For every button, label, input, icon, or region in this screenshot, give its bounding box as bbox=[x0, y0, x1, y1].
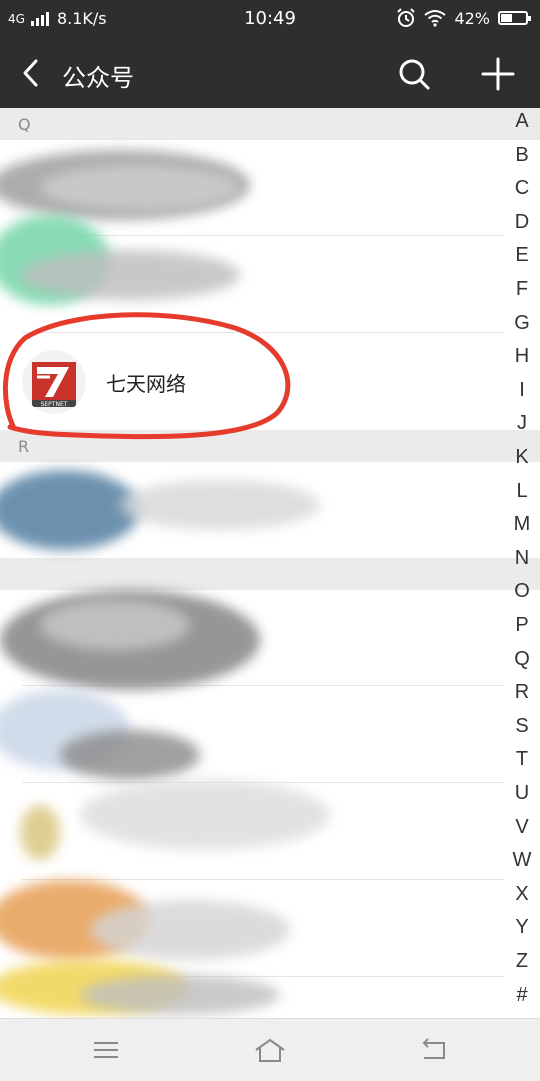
battery-icon bbox=[498, 11, 531, 25]
section-header-q: Q bbox=[0, 108, 540, 140]
index-letter-l[interactable]: L bbox=[504, 480, 540, 503]
chevron-left-icon[interactable] bbox=[16, 56, 46, 90]
index-letter-q[interactable]: Q bbox=[504, 648, 540, 671]
status-right: 42% bbox=[396, 8, 531, 28]
section-divider bbox=[0, 558, 540, 590]
index-letter-n[interactable]: N bbox=[504, 547, 540, 570]
index-letter-d[interactable]: D bbox=[504, 211, 540, 234]
wifi-icon bbox=[424, 10, 447, 27]
index-letter-c[interactable]: C bbox=[504, 177, 540, 200]
section-letter: R bbox=[18, 437, 30, 456]
list-item-septnet[interactable]: SEPTNET 七天网络 bbox=[0, 334, 504, 430]
logo-text: SEPTNET bbox=[41, 401, 68, 408]
index-letter-a[interactable]: A bbox=[504, 110, 540, 133]
index-letter-y[interactable]: Y bbox=[504, 916, 540, 939]
septnet-logo: SEPTNET bbox=[22, 350, 86, 414]
index-letter-u[interactable]: U bbox=[504, 782, 540, 805]
index-letter-s[interactable]: S bbox=[504, 715, 540, 738]
plus-icon[interactable] bbox=[480, 56, 516, 92]
alarm-icon bbox=[397, 8, 416, 27]
index-letter-hash[interactable]: # bbox=[504, 984, 540, 1007]
search-icon[interactable] bbox=[396, 56, 432, 92]
index-letter-i[interactable]: I bbox=[504, 379, 540, 402]
index-letter-v[interactable]: V bbox=[504, 816, 540, 839]
home-icon[interactable] bbox=[250, 1033, 290, 1067]
index-letter-m[interactable]: M bbox=[504, 513, 540, 536]
status-bar: 4G 8.1K/s 10:49 42% bbox=[0, 0, 540, 38]
list-item-name: 七天网络 bbox=[106, 372, 186, 396]
system-nav-bar bbox=[0, 1018, 540, 1081]
page-title: 公众号 bbox=[62, 64, 134, 92]
index-letter-k[interactable]: K bbox=[504, 446, 540, 469]
index-letter-x[interactable]: X bbox=[504, 883, 540, 906]
return-icon[interactable] bbox=[414, 1033, 454, 1067]
index-letter-r[interactable]: R bbox=[504, 681, 540, 704]
index-letter-t[interactable]: T bbox=[504, 748, 540, 771]
menu-icon[interactable] bbox=[86, 1033, 126, 1067]
nav-bar: 公众号 bbox=[0, 38, 540, 108]
index-letter-j[interactable]: J bbox=[504, 412, 540, 435]
section-letter: Q bbox=[18, 115, 31, 134]
index-letter-p[interactable]: P bbox=[504, 614, 540, 637]
index-letter-z[interactable]: Z bbox=[504, 950, 540, 973]
index-letter-w[interactable]: W bbox=[504, 849, 540, 872]
index-letter-h[interactable]: H bbox=[504, 345, 540, 368]
index-letter-e[interactable]: E bbox=[504, 244, 540, 267]
index-letter-b[interactable]: B bbox=[504, 144, 540, 167]
index-letter-f[interactable]: F bbox=[504, 278, 540, 301]
section-header-r: R bbox=[0, 430, 540, 462]
alphabet-index[interactable]: A B C D E F G H I J K L M N O P Q R S T U V W X Y Z # bbox=[504, 108, 540, 1018]
index-letter-o[interactable]: O bbox=[504, 580, 540, 603]
index-letter-g[interactable]: G bbox=[504, 312, 540, 335]
battery-percent: 42% bbox=[454, 8, 490, 28]
